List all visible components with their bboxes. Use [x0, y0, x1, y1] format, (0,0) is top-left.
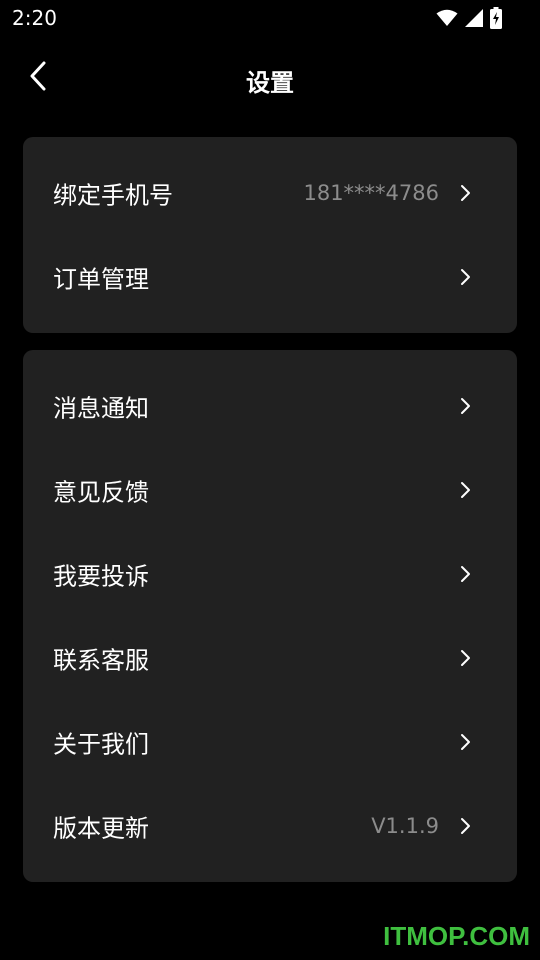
settings-group-account: 绑定手机号 181****4786 订单管理 — [23, 137, 517, 333]
row-label: 订单管理 — [53, 265, 149, 294]
row-label: 联系客服 — [53, 646, 149, 675]
chevron-right-icon — [459, 564, 473, 584]
chevron-right-icon — [459, 648, 473, 668]
page-title: 设置 — [246, 69, 294, 97]
signal-icon — [464, 8, 484, 28]
message-notification-row[interactable]: 消息通知 — [23, 364, 517, 448]
status-time: 2:20 — [12, 6, 57, 30]
status-icons — [436, 7, 502, 29]
status-bar: 2:20 — [0, 0, 540, 36]
version-value: V1.1.9 — [371, 814, 439, 838]
row-label: 关于我们 — [53, 730, 149, 759]
feedback-row[interactable]: 意见反馈 — [23, 448, 517, 532]
about-us-row[interactable]: 关于我们 — [23, 700, 517, 784]
row-label: 绑定手机号 — [53, 181, 173, 210]
wifi-icon — [436, 9, 458, 27]
row-label: 意见反馈 — [53, 478, 149, 507]
row-label: 我要投诉 — [53, 562, 149, 591]
settings-group-general: 消息通知 意见反馈 我要投诉 联系客服 关于我们 版本更新 V1.1.9 — [23, 350, 517, 882]
chevron-right-icon — [459, 480, 473, 500]
order-management-row[interactable]: 订单管理 — [23, 235, 517, 319]
bind-phone-row[interactable]: 绑定手机号 181****4786 — [23, 151, 517, 235]
chevron-right-icon — [459, 732, 473, 752]
battery-icon — [490, 7, 502, 29]
phone-number-value: 181****4786 — [303, 181, 439, 205]
version-update-row[interactable]: 版本更新 V1.1.9 — [23, 784, 517, 868]
chevron-right-icon — [459, 183, 473, 203]
chevron-right-icon — [459, 267, 473, 287]
chevron-right-icon — [459, 816, 473, 836]
complaint-row[interactable]: 我要投诉 — [23, 532, 517, 616]
chevron-right-icon — [459, 396, 473, 416]
row-label: 版本更新 — [53, 814, 149, 843]
header: 设置 — [0, 50, 540, 106]
watermark: ITMOP.COM — [383, 921, 530, 951]
row-label: 消息通知 — [53, 394, 149, 423]
contact-support-row[interactable]: 联系客服 — [23, 616, 517, 700]
